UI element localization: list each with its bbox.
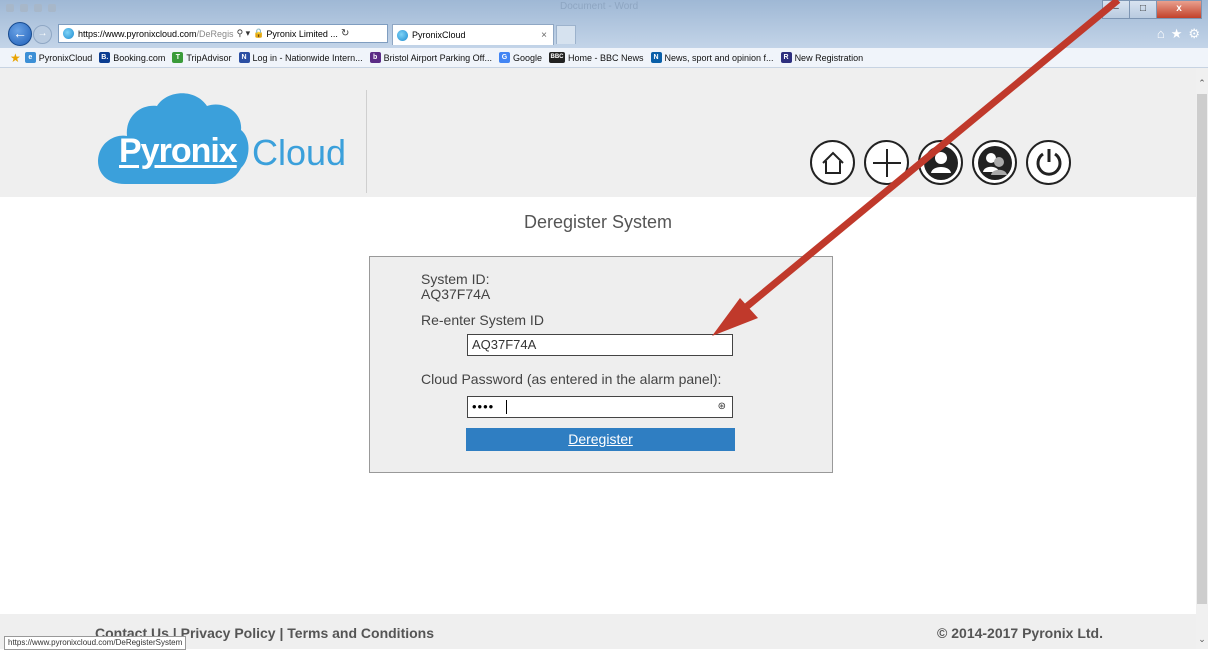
settings-gear-icon[interactable]: ⚙ <box>1188 26 1200 42</box>
privacy-policy-link[interactable]: Privacy Policy <box>181 625 276 641</box>
favorite-item[interactable]: N News, sport and opinion f... <box>650 52 774 63</box>
favorite-favicon-icon: B. <box>99 52 111 63</box>
cloud-password-label: Cloud Password (as entered in the alarm … <box>421 371 722 387</box>
favorite-label: Booking.com <box>113 52 166 63</box>
minimize-button[interactable]: – <box>1102 0 1130 19</box>
close-window-button[interactable]: x <box>1156 0 1202 19</box>
browser-titlebar: Document - Word – □ x ← → https://www.py… <box>0 0 1208 48</box>
favorite-favicon-icon: e <box>24 52 36 63</box>
forward-button[interactable]: → <box>33 25 52 44</box>
favorites-list: e PyronixCloud B. Booking.com T TripAdvisor N L… <box>24 52 870 63</box>
tab-close-icon[interactable]: × <box>541 30 547 41</box>
favorite-item[interactable]: G Google <box>498 52 542 63</box>
tab-title: PyronixCloud <box>412 30 466 40</box>
favorite-favicon-icon: N <box>238 52 250 63</box>
favorite-favicon-icon: b <box>369 52 381 63</box>
quick-access-toolbar <box>6 2 56 14</box>
deregister-button[interactable]: Deregister <box>466 428 735 451</box>
footer-separator: | <box>279 625 284 641</box>
url-path: /DeRegis <box>196 28 234 39</box>
favorites-bar: ★ e PyronixCloud B. Booking.com T TripAdvisor… <box>0 48 1208 68</box>
favorite-favicon-icon: BBC <box>548 52 565 63</box>
favorite-label: PyronixCloud <box>38 52 93 63</box>
favorite-favicon-icon: T <box>172 52 184 63</box>
pyronix-cloud-logo[interactable]: Pyronix Cloud <box>95 86 355 196</box>
favorite-item[interactable]: T TripAdvisor <box>172 52 232 63</box>
scroll-up-icon[interactable]: ⌃ <box>1196 78 1208 89</box>
secure-site-label[interactable]: Pyronix Limited ... <box>266 29 338 39</box>
window-controls: – □ x <box>1102 0 1202 19</box>
refresh-icon[interactable]: ↻ <box>341 28 349 39</box>
terms-link[interactable]: Terms and Conditions <box>287 625 434 641</box>
cloud-password-input[interactable]: •••• ⊛ <box>467 396 733 418</box>
favorite-label: Log in - Nationwide Intern... <box>252 52 363 63</box>
favorite-label: TripAdvisor <box>186 52 232 63</box>
favorite-item[interactable]: B. Booking.com <box>99 52 165 63</box>
new-tab-button[interactable] <box>556 25 576 44</box>
qat-icon[interactable] <box>20 4 28 12</box>
header-nav <box>810 140 1071 185</box>
reenter-system-id-input[interactable]: AQ37F74A <box>467 334 733 356</box>
favorite-label: Google <box>512 52 542 63</box>
favorite-label: Home - BBC News <box>567 52 644 63</box>
tab-pyronixcloud[interactable]: PyronixCloud × <box>392 24 554 45</box>
maximize-button[interactable]: □ <box>1129 0 1157 19</box>
power-icon[interactable] <box>1026 140 1071 185</box>
favorite-label: News, sport and opinion f... <box>664 52 774 63</box>
favorite-label: Bristol Airport Parking Off... <box>383 52 492 63</box>
back-button[interactable]: ← <box>8 22 32 46</box>
user-icon[interactable] <box>918 140 963 185</box>
favorites-star-icon[interactable]: ★ <box>1171 26 1183 42</box>
add-icon[interactable] <box>864 140 909 185</box>
scroll-down-icon[interactable]: ⌄ <box>1196 634 1208 645</box>
url-host: https://www.pyronixcloud.com <box>78 28 197 39</box>
site-favicon-icon <box>63 28 74 39</box>
text-caret <box>506 400 507 414</box>
scroll-thumb[interactable] <box>1197 94 1207 604</box>
qat-icon[interactable] <box>48 4 56 12</box>
logo-cloud-text: Cloud <box>252 132 347 173</box>
users-icon[interactable] <box>972 140 1017 185</box>
window-title: Document - Word <box>560 1 639 12</box>
favorite-favicon-icon: R <box>780 52 792 63</box>
home-page-icon[interactable]: ⌂ <box>1157 26 1165 42</box>
favorite-favicon-icon: G <box>498 52 510 63</box>
reenter-system-id-label: Re-enter System ID <box>421 312 544 328</box>
favorites-star-icon[interactable]: ★ <box>10 51 21 65</box>
copyright-text: © 2014-2017 Pyronix Ltd. <box>937 625 1103 641</box>
reveal-password-icon[interactable]: ⊛ <box>718 401 726 412</box>
password-masked-value: •••• <box>472 399 495 414</box>
favorite-label: New Registration <box>794 52 864 63</box>
favorite-favicon-icon: N <box>650 52 662 63</box>
search-icon[interactable]: ⚲ ▾ <box>237 28 251 39</box>
page-title: Deregister System <box>523 212 673 232</box>
browser-tools: ⌂ ★ ⚙ <box>1157 26 1200 42</box>
home-icon[interactable] <box>810 140 855 185</box>
site-header: Pyronix Cloud <box>0 68 1196 197</box>
logo-brand-text: Pyronix <box>119 132 238 170</box>
header-divider <box>366 90 367 193</box>
address-bar[interactable]: https://www.pyronixcloud.com/DeRegis ⚲ ▾… <box>58 24 388 43</box>
qat-icon[interactable] <box>6 4 14 12</box>
favorite-item[interactable]: N Log in - Nationwide Intern... <box>238 52 363 63</box>
favorite-item[interactable]: R New Registration <box>780 52 864 63</box>
system-id-label: System ID: <box>421 271 490 287</box>
tab-favicon-icon <box>397 29 408 41</box>
qat-icon[interactable] <box>34 4 42 12</box>
favorite-item[interactable]: b Bristol Airport Parking Off... <box>369 52 492 63</box>
favorite-item[interactable]: e PyronixCloud <box>24 52 93 63</box>
favorite-item[interactable]: BBC Home - BBC News <box>548 52 644 63</box>
system-id-value: AQ37F74A <box>421 286 491 302</box>
page-scrollbar[interactable]: ⌃ ⌄ <box>1196 68 1208 649</box>
lock-icon[interactable]: 🔒 <box>253 28 264 39</box>
status-bar-url: https://www.pyronixcloud.com/DeRegisterS… <box>4 636 187 650</box>
